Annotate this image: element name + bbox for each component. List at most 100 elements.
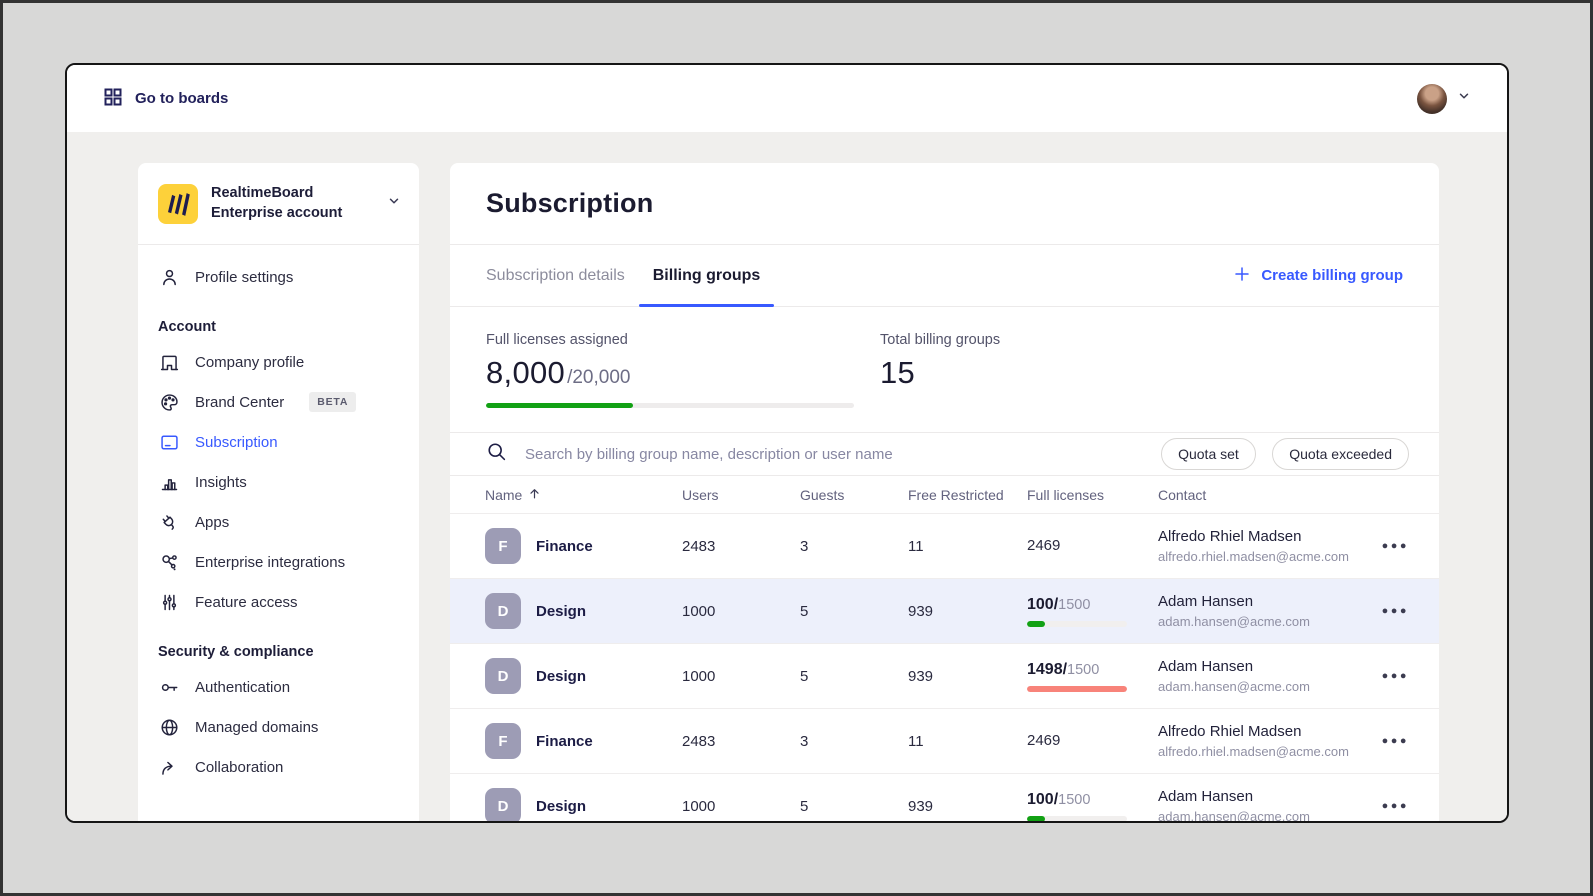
palette-icon xyxy=(158,391,180,413)
sidebar-item-managed-domains[interactable]: Managed domains xyxy=(138,707,419,747)
sidebar-item-feature-access[interactable]: Feature access xyxy=(138,582,419,622)
column-header-guests: Guests xyxy=(800,487,908,503)
group-name: Design xyxy=(536,603,682,620)
sidebar-section-header: Account xyxy=(158,319,399,335)
group-initial-avatar: F xyxy=(485,528,521,564)
table-row-finance[interactable]: FFinance24833112469Alfredo Rhiel Madsena… xyxy=(450,514,1439,579)
key-icon xyxy=(158,676,180,698)
search-input[interactable] xyxy=(525,446,1143,463)
full-licenses-cell: 100/1500 xyxy=(1027,596,1158,627)
contact-cell: Adam Hansenadam.hansen@acme.com xyxy=(1158,593,1369,629)
tabs-bar: Subscription details Billing groups Crea… xyxy=(450,245,1439,307)
sidebar-item-apps[interactable]: Apps xyxy=(138,502,419,542)
sidebar-item-label: Enterprise integrations xyxy=(195,554,345,571)
billing-groups-table: FFinance24833112469Alfredo Rhiel Madsena… xyxy=(450,514,1439,821)
desktop-background: Go to boards xyxy=(0,0,1593,896)
group-name: Finance xyxy=(536,538,682,555)
sidebar-item-label: Feature access xyxy=(195,594,298,611)
guests-count: 3 xyxy=(800,733,908,750)
sidebar-item-subscription[interactable]: Subscription xyxy=(138,422,419,462)
licenses-progress-fill xyxy=(486,403,633,408)
sidebar-item-label: Apps xyxy=(195,514,229,531)
miro-logo xyxy=(158,184,198,224)
full-licenses-count: 2469 xyxy=(1027,732,1060,749)
free-restricted-count: 11 xyxy=(908,538,1027,555)
sidebar-item-label: Brand Center xyxy=(195,394,284,411)
sidebar-item-company-profile[interactable]: Company profile xyxy=(138,342,419,382)
panel-header: Subscription xyxy=(450,163,1439,245)
sidebar-item-label: Managed domains xyxy=(195,719,318,736)
filter-quota-exceeded[interactable]: Quota exceeded xyxy=(1272,438,1409,470)
row-actions-menu-button[interactable]: ●●● xyxy=(1369,605,1409,617)
plus-icon xyxy=(1233,265,1251,287)
bar-chart-icon xyxy=(158,471,180,493)
guests-count: 5 xyxy=(800,798,908,815)
sidebar-item-profile-settings[interactable]: Profile settings xyxy=(138,257,419,297)
row-actions-menu-button[interactable]: ●●● xyxy=(1369,540,1409,552)
users-count: 1000 xyxy=(682,798,800,815)
guests-count: 5 xyxy=(800,603,908,620)
beta-badge: BETA xyxy=(309,392,356,412)
sidebar-item-label: Profile settings xyxy=(195,269,293,286)
column-header-free-restricted: Free Restricted xyxy=(908,487,1027,503)
contact-name: Alfredo Rhiel Madsen xyxy=(1158,528,1369,545)
group-initial-avatar: D xyxy=(485,658,521,694)
sidebar-item-label: Authentication xyxy=(195,679,290,696)
sidebar-item-enterprise-integrations[interactable]: Enterprise integrations xyxy=(138,542,419,582)
row-actions-menu-button[interactable]: ●●● xyxy=(1369,670,1409,682)
quota-value: 100/1500 xyxy=(1027,596,1158,614)
tab-subscription-details[interactable]: Subscription details xyxy=(472,245,639,306)
users-count: 2483 xyxy=(682,538,800,555)
sidebar-item-collaboration[interactable]: Collaboration xyxy=(138,747,419,787)
guests-count: 3 xyxy=(800,538,908,555)
contact-cell: Adam Hansenadam.hansen@acme.com xyxy=(1158,658,1369,694)
stat-billing-groups: Total billing groups 15 xyxy=(880,332,1000,432)
subscription-panel: Subscription Subscription details Billin… xyxy=(450,163,1439,821)
create-billing-group-button[interactable]: Create billing group xyxy=(1233,245,1403,306)
contact-cell: Alfredo Rhiel Madsenalfredo.rhiel.madsen… xyxy=(1158,528,1369,564)
table-row-design[interactable]: DDesign10005939100/1500Adam Hansenadam.h… xyxy=(450,579,1439,644)
group-initial-avatar: D xyxy=(485,788,521,821)
sidebar-section-header: Security & compliance xyxy=(158,644,399,660)
row-avatar-cell: F xyxy=(485,528,536,564)
sidebar-item-insights[interactable]: Insights xyxy=(138,462,419,502)
contact-name: Adam Hansen xyxy=(1158,788,1369,805)
column-header-contact: Contact xyxy=(1158,487,1369,503)
contact-email: adam.hansen@acme.com xyxy=(1158,614,1369,629)
quota-total: 1500 xyxy=(1067,662,1099,678)
user-avatar[interactable] xyxy=(1417,84,1447,114)
account-switcher[interactable]: RealtimeBoard Enterprise account xyxy=(138,163,419,245)
row-avatar-cell: F xyxy=(485,723,536,759)
account-name: RealtimeBoard Enterprise account xyxy=(211,184,374,223)
contact-email: adam.hansen@acme.com xyxy=(1158,679,1369,694)
go-to-boards-button[interactable]: Go to boards xyxy=(103,87,228,111)
group-name: Design xyxy=(536,798,682,815)
account-menu[interactable] xyxy=(1417,84,1471,114)
sidebar-item-brand-center[interactable]: Brand Center BETA xyxy=(138,382,419,422)
group-name: Finance xyxy=(536,733,682,750)
table-row-design[interactable]: DDesign100059391498/1500Adam Hansenadam.… xyxy=(450,644,1439,709)
group-initial-avatar: D xyxy=(485,593,521,629)
sidebar-item-label: Company profile xyxy=(195,354,304,371)
quota-value: 1498/1500 xyxy=(1027,661,1158,679)
licenses-progress-bar xyxy=(486,403,854,408)
quota-progress-fill xyxy=(1027,816,1045,822)
free-restricted-count: 939 xyxy=(908,668,1027,685)
quota-used: 100/ xyxy=(1027,791,1058,808)
sidebar-menu: Profile settings Account Company profile Br… xyxy=(138,245,419,797)
row-actions-menu-button[interactable]: ●●● xyxy=(1369,735,1409,747)
contact-email: adam.hansen@acme.com xyxy=(1158,809,1369,821)
filter-quota-set[interactable]: Quota set xyxy=(1161,438,1256,470)
group-name: Design xyxy=(536,668,682,685)
group-initial-avatar: F xyxy=(485,723,521,759)
table-row-design[interactable]: DDesign10005939100/1500Adam Hansenadam.h… xyxy=(450,774,1439,821)
sidebar-item-authentication[interactable]: Authentication xyxy=(138,667,419,707)
full-licenses-cell: 1498/1500 xyxy=(1027,661,1158,692)
tab-billing-groups[interactable]: Billing groups xyxy=(639,245,775,306)
contact-cell: Alfredo Rhiel Madsenalfredo.rhiel.madsen… xyxy=(1158,723,1369,759)
users-count: 1000 xyxy=(682,603,800,620)
column-header-name[interactable]: Name xyxy=(485,486,682,504)
table-row-finance[interactable]: FFinance24833112469Alfredo Rhiel Madsena… xyxy=(450,709,1439,774)
quota-progress-bar xyxy=(1027,621,1127,627)
row-actions-menu-button[interactable]: ●●● xyxy=(1369,800,1409,812)
